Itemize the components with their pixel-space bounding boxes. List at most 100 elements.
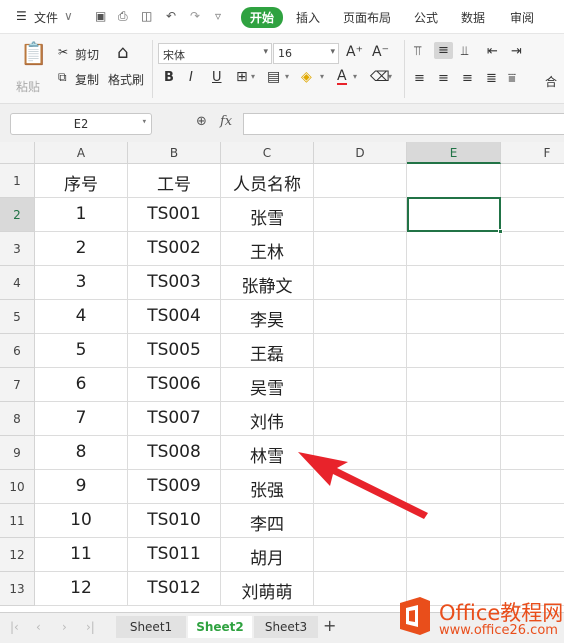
decrease-indent-icon[interactable]: ⇤ xyxy=(487,44,498,59)
cell-a6[interactable]: 5 xyxy=(35,334,128,368)
cell-a11[interactable]: 10 xyxy=(35,504,128,538)
cell-b6[interactable]: TS005 xyxy=(128,334,221,368)
align-right-icon[interactable]: ≡ xyxy=(462,71,473,86)
cell-c13[interactable]: 刘萌萌 xyxy=(221,572,314,606)
cell-e5[interactable] xyxy=(407,300,501,334)
font-color-button[interactable]: A xyxy=(337,69,347,85)
tab-home[interactable]: 开始 xyxy=(241,7,284,28)
cell-f3[interactable] xyxy=(501,232,564,266)
column-header-f[interactable]: F xyxy=(501,142,564,164)
cell-c7[interactable]: 吴雪 xyxy=(221,368,314,402)
italic-button[interactable]: I xyxy=(189,70,193,85)
cell-d2[interactable] xyxy=(314,198,407,232)
cell-c9[interactable]: 林雪 xyxy=(221,436,314,470)
cell-c12[interactable]: 胡月 xyxy=(221,538,314,572)
cell-d13[interactable] xyxy=(314,572,407,606)
row-header[interactable]: 3 xyxy=(0,232,35,266)
distributed-icon[interactable]: ⩸ xyxy=(508,71,516,86)
print-preview-icon[interactable]: ◫ xyxy=(141,9,152,23)
cell-a13[interactable]: 12 xyxy=(35,572,128,606)
bold-button[interactable]: B xyxy=(164,70,174,85)
align-bottom-icon[interactable]: ⫫ xyxy=(461,44,468,59)
cell-c5[interactable]: 李昊 xyxy=(221,300,314,334)
tab-data[interactable]: 数据 xyxy=(461,9,485,26)
chevron-down-icon[interactable]: ▾ xyxy=(388,72,392,81)
row-header[interactable]: 11 xyxy=(0,504,35,538)
cell-a3[interactable]: 2 xyxy=(35,232,128,266)
cell-d7[interactable] xyxy=(314,368,407,402)
justify-icon[interactable]: ≣ xyxy=(486,71,497,86)
cell-d11[interactable] xyxy=(314,504,407,538)
column-header-b[interactable]: B xyxy=(128,142,221,164)
row-header[interactable]: 8 xyxy=(0,402,35,436)
chevron-down-icon[interactable]: ▾ xyxy=(251,72,255,81)
cell-f7[interactable] xyxy=(501,368,564,402)
increase-indent-icon[interactable]: ⇥ xyxy=(511,44,522,59)
insert-function-button[interactable]: fx xyxy=(220,114,232,129)
tab-insert[interactable]: 插入 xyxy=(296,9,320,26)
cell-f12[interactable] xyxy=(501,538,564,572)
cell-c6[interactable]: 王磊 xyxy=(221,334,314,368)
cell-f9[interactable] xyxy=(501,436,564,470)
cell-d4[interactable] xyxy=(314,266,407,300)
print-icon[interactable]: ⎙ xyxy=(118,9,128,24)
customize-dropdown-icon[interactable]: ▿ xyxy=(215,9,221,23)
cell-b10[interactable]: TS009 xyxy=(128,470,221,504)
cell-f6[interactable] xyxy=(501,334,564,368)
sheet-tab-3[interactable]: Sheet3 xyxy=(254,616,318,638)
cell-e1[interactable] xyxy=(407,164,501,198)
underline-button[interactable]: U xyxy=(212,70,222,85)
cell-f5[interactable] xyxy=(501,300,564,334)
scissors-icon[interactable]: ✂ xyxy=(58,45,68,59)
cell-b4[interactable]: TS003 xyxy=(128,266,221,300)
cell-b8[interactable]: TS007 xyxy=(128,402,221,436)
row-header[interactable]: 9 xyxy=(0,436,35,470)
row-header[interactable]: 10 xyxy=(0,470,35,504)
last-sheet-icon[interactable]: ›| xyxy=(86,620,95,634)
active-cell-selection[interactable] xyxy=(407,197,503,234)
fill-handle[interactable] xyxy=(498,229,503,234)
merge-center-button[interactable]: 合 xyxy=(545,73,557,90)
cell-c10[interactable]: 张强 xyxy=(221,470,314,504)
font-size-select[interactable]: 16 ▾ xyxy=(273,43,339,64)
align-middle-icon[interactable]: ≡ xyxy=(434,42,453,59)
cell-d10[interactable] xyxy=(314,470,407,504)
cell-e9[interactable] xyxy=(407,436,501,470)
chevron-down-icon[interactable]: ▾ xyxy=(320,72,324,81)
cell-f8[interactable] xyxy=(501,402,564,436)
cell-a4[interactable]: 3 xyxy=(35,266,128,300)
shrink-font-button[interactable]: A⁻ xyxy=(372,44,389,60)
cell-d8[interactable] xyxy=(314,402,407,436)
cell-c2[interactable]: 张雪 xyxy=(221,198,314,232)
align-left-icon[interactable]: ≡ xyxy=(414,71,425,86)
cell-a8[interactable]: 7 xyxy=(35,402,128,436)
fill-pattern-icon[interactable]: ▤ xyxy=(267,69,280,85)
chevron-down-icon[interactable]: ▾ xyxy=(353,72,357,81)
column-header-c[interactable]: C xyxy=(221,142,314,164)
fill-color-icon[interactable]: ◈ xyxy=(301,69,312,85)
align-center-icon[interactable]: ≡ xyxy=(438,71,449,86)
select-all-corner[interactable] xyxy=(0,142,35,164)
name-box[interactable]: E2 ▾ xyxy=(10,113,152,135)
paste-button[interactable]: 粘贴 xyxy=(16,78,40,95)
tab-page-layout[interactable]: 页面布局 xyxy=(343,9,391,26)
chevron-down-icon[interactable]: ∨ xyxy=(64,9,73,23)
cell-b5[interactable]: TS004 xyxy=(128,300,221,334)
column-header-a[interactable]: A xyxy=(35,142,128,164)
cell-b11[interactable]: TS010 xyxy=(128,504,221,538)
cell-d12[interactable] xyxy=(314,538,407,572)
cell-a10[interactable]: 9 xyxy=(35,470,128,504)
add-sheet-icon[interactable]: + xyxy=(323,616,336,635)
cell-e6[interactable] xyxy=(407,334,501,368)
row-header[interactable]: 4 xyxy=(0,266,35,300)
sheet-tab-1[interactable]: Sheet1 xyxy=(116,616,186,638)
row-header[interactable]: 12 xyxy=(0,538,35,572)
cell-b7[interactable]: TS006 xyxy=(128,368,221,402)
row-header[interactable]: 13 xyxy=(0,572,35,606)
cell-c8[interactable]: 刘伟 xyxy=(221,402,314,436)
chevron-down-icon[interactable]: ▾ xyxy=(285,72,289,81)
cell-b12[interactable]: TS011 xyxy=(128,538,221,572)
cell-e8[interactable] xyxy=(407,402,501,436)
cell-b9[interactable]: TS008 xyxy=(128,436,221,470)
cell-e4[interactable] xyxy=(407,266,501,300)
